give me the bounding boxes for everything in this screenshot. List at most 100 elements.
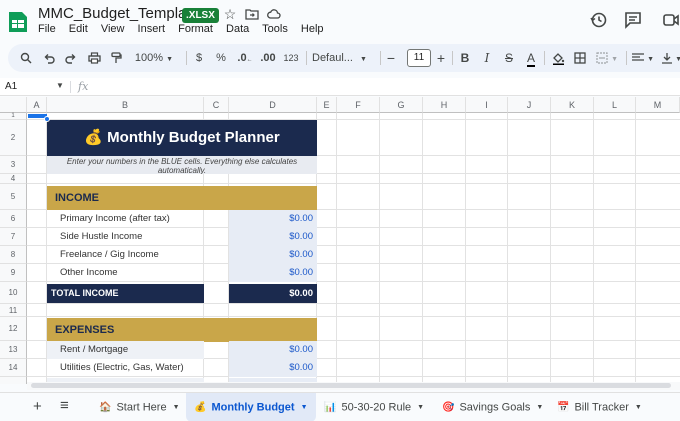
column-header-m[interactable]: M	[636, 97, 680, 113]
print-icon[interactable]	[86, 44, 102, 72]
menu-view[interactable]: View	[101, 23, 125, 35]
column-header-j[interactable]: J	[508, 97, 551, 113]
decrease-decimal-button[interactable]: .0←	[235, 44, 255, 72]
select-all-corner[interactable]	[0, 97, 27, 113]
chevron-down-icon[interactable]: ▼	[301, 404, 308, 411]
percent-format-button[interactable]: %	[214, 44, 228, 72]
tab-bill-tracker[interactable]: 📅 Bill Tracker ▼	[549, 393, 650, 421]
bold-icon[interactable]: B	[458, 44, 472, 72]
cloud-status-icon[interactable]	[266, 6, 282, 22]
column-header-a[interactable]: A	[27, 97, 47, 113]
income-label[interactable]: Primary Income (after tax)	[47, 210, 204, 228]
column-header-g[interactable]: G	[380, 97, 423, 113]
income-value-input[interactable]: $0.00	[229, 264, 317, 282]
column-header-h[interactable]: H	[423, 97, 466, 113]
paint-format-icon[interactable]	[108, 44, 124, 72]
fill-color-icon[interactable]	[550, 44, 566, 72]
menu-tools[interactable]: Tools	[262, 23, 288, 35]
column-header-i[interactable]: I	[466, 97, 508, 113]
income-value-input[interactable]: $0.00	[229, 228, 317, 246]
expense-value-input[interactable]: $0.00	[229, 341, 317, 359]
all-sheets-icon[interactable]: ≡	[60, 397, 69, 414]
undo-icon[interactable]	[41, 44, 57, 72]
row-header-4[interactable]: 4	[0, 174, 27, 184]
column-header-l[interactable]: L	[594, 97, 636, 113]
income-value-input[interactable]: $0.00	[229, 210, 317, 228]
column-header-k[interactable]: K	[551, 97, 594, 113]
redo-icon[interactable]	[63, 44, 79, 72]
text-color-icon[interactable]: A	[524, 44, 538, 72]
chevron-down-icon[interactable]: ▼	[635, 404, 642, 411]
row-header-10[interactable]: 10	[0, 282, 27, 304]
row-header-3[interactable]: 3	[0, 156, 27, 174]
expense-value-input[interactable]: $0.00	[229, 359, 317, 377]
menu-file[interactable]: File	[38, 23, 56, 35]
version-history-icon[interactable]	[589, 10, 609, 30]
income-label[interactable]: Freelance / Gig Income	[47, 246, 204, 264]
row-header-8[interactable]: 8	[0, 246, 27, 264]
add-sheet-icon[interactable]: +	[33, 398, 42, 415]
zoom-select[interactable]: 100% ▼	[132, 44, 176, 72]
strikethrough-icon[interactable]: S	[502, 44, 516, 72]
decrease-font-size-icon[interactable]: −	[384, 44, 398, 72]
font-size-input[interactable]: 11	[407, 49, 431, 67]
tab-monthly-budget[interactable]: 💰 Monthly Budget ▼	[186, 393, 316, 421]
borders-icon[interactable]	[572, 44, 588, 72]
merge-cells-icon[interactable]: ▼	[594, 44, 620, 72]
menu-insert[interactable]: Insert	[138, 23, 166, 35]
menu-help[interactable]: Help	[301, 23, 324, 35]
tab-50-30-20-rule[interactable]: 📊 50-30-20 Rule ▼	[316, 393, 432, 421]
horizontal-scrollbar[interactable]	[27, 382, 680, 390]
row-header-6[interactable]: 6	[0, 210, 27, 228]
row-header-9[interactable]: 9	[0, 264, 27, 282]
menu-data[interactable]: Data	[226, 23, 249, 35]
move-folder-icon[interactable]	[244, 6, 260, 22]
row-header-15[interactable]	[0, 377, 27, 384]
tab-savings-goals[interactable]: 🎯 Savings Goals ▼	[434, 393, 551, 421]
horizontal-align-icon[interactable]: ▼	[630, 44, 656, 72]
increase-font-size-icon[interactable]: +	[434, 44, 448, 72]
search-menus-icon[interactable]	[18, 44, 34, 72]
income-label[interactable]: Side Hustle Income	[47, 228, 204, 246]
column-header-b[interactable]: B	[47, 97, 204, 113]
row-header-5[interactable]: 5	[0, 184, 27, 210]
name-box[interactable]: A1	[5, 81, 17, 92]
row-header-12[interactable]: 12	[0, 317, 27, 341]
increase-decimal-button[interactable]: .00	[259, 44, 277, 72]
spreadsheet-grid[interactable]: A B C D E F G H I J K L M 1 2 3 4 5 6 7 …	[0, 97, 680, 384]
row-header-14[interactable]: 14	[0, 359, 27, 377]
vertical-align-icon[interactable]: ▼	[660, 44, 680, 72]
fill-handle[interactable]	[44, 116, 50, 122]
chevron-down-icon[interactable]: ▼	[173, 404, 180, 411]
expense-label[interactable]: Utilities (Electric, Gas, Water)	[47, 359, 204, 377]
total-income-label[interactable]: TOTAL INCOME	[47, 284, 204, 303]
instructions-text[interactable]: Enter your numbers in the BLUE cells. Ev…	[47, 156, 317, 174]
row-header-1[interactable]: 1	[0, 113, 27, 120]
scrollbar-thumb[interactable]	[31, 383, 671, 388]
chevron-down-icon[interactable]: ▼	[56, 81, 64, 90]
comments-icon[interactable]	[623, 10, 643, 30]
expenses-section-header[interactable]: EXPENSES	[47, 318, 317, 342]
expense-label[interactable]: Rent / Mortgage	[47, 341, 204, 359]
font-select[interactable]: Defaul... ▼	[312, 44, 374, 72]
column-header-d[interactable]: D	[229, 97, 317, 113]
currency-format-button[interactable]: $	[192, 44, 206, 72]
chevron-down-icon[interactable]: ▼	[536, 404, 543, 411]
income-section-header[interactable]: INCOME	[47, 186, 317, 210]
sheets-logo-icon[interactable]	[6, 10, 30, 34]
document-title[interactable]: MMC_Budget_Template	[38, 5, 199, 22]
tab-start-here[interactable]: 🏠 Start Here ▼	[91, 393, 188, 421]
row-header-13[interactable]: 13	[0, 341, 27, 359]
column-header-f[interactable]: F	[337, 97, 380, 113]
star-icon[interactable]: ☆	[222, 6, 238, 22]
more-formats-button[interactable]: 123	[282, 44, 300, 72]
chevron-down-icon[interactable]: ▼	[417, 404, 424, 411]
menu-format[interactable]: Format	[178, 23, 213, 35]
meet-icon[interactable]	[661, 10, 680, 30]
total-income-value[interactable]: $0.00	[229, 284, 317, 303]
menu-edit[interactable]: Edit	[69, 23, 88, 35]
income-label[interactable]: Other Income	[47, 264, 204, 282]
row-header-11[interactable]: 11	[0, 304, 27, 317]
column-header-e[interactable]: E	[317, 97, 337, 113]
row-header-2[interactable]: 2	[0, 120, 27, 156]
